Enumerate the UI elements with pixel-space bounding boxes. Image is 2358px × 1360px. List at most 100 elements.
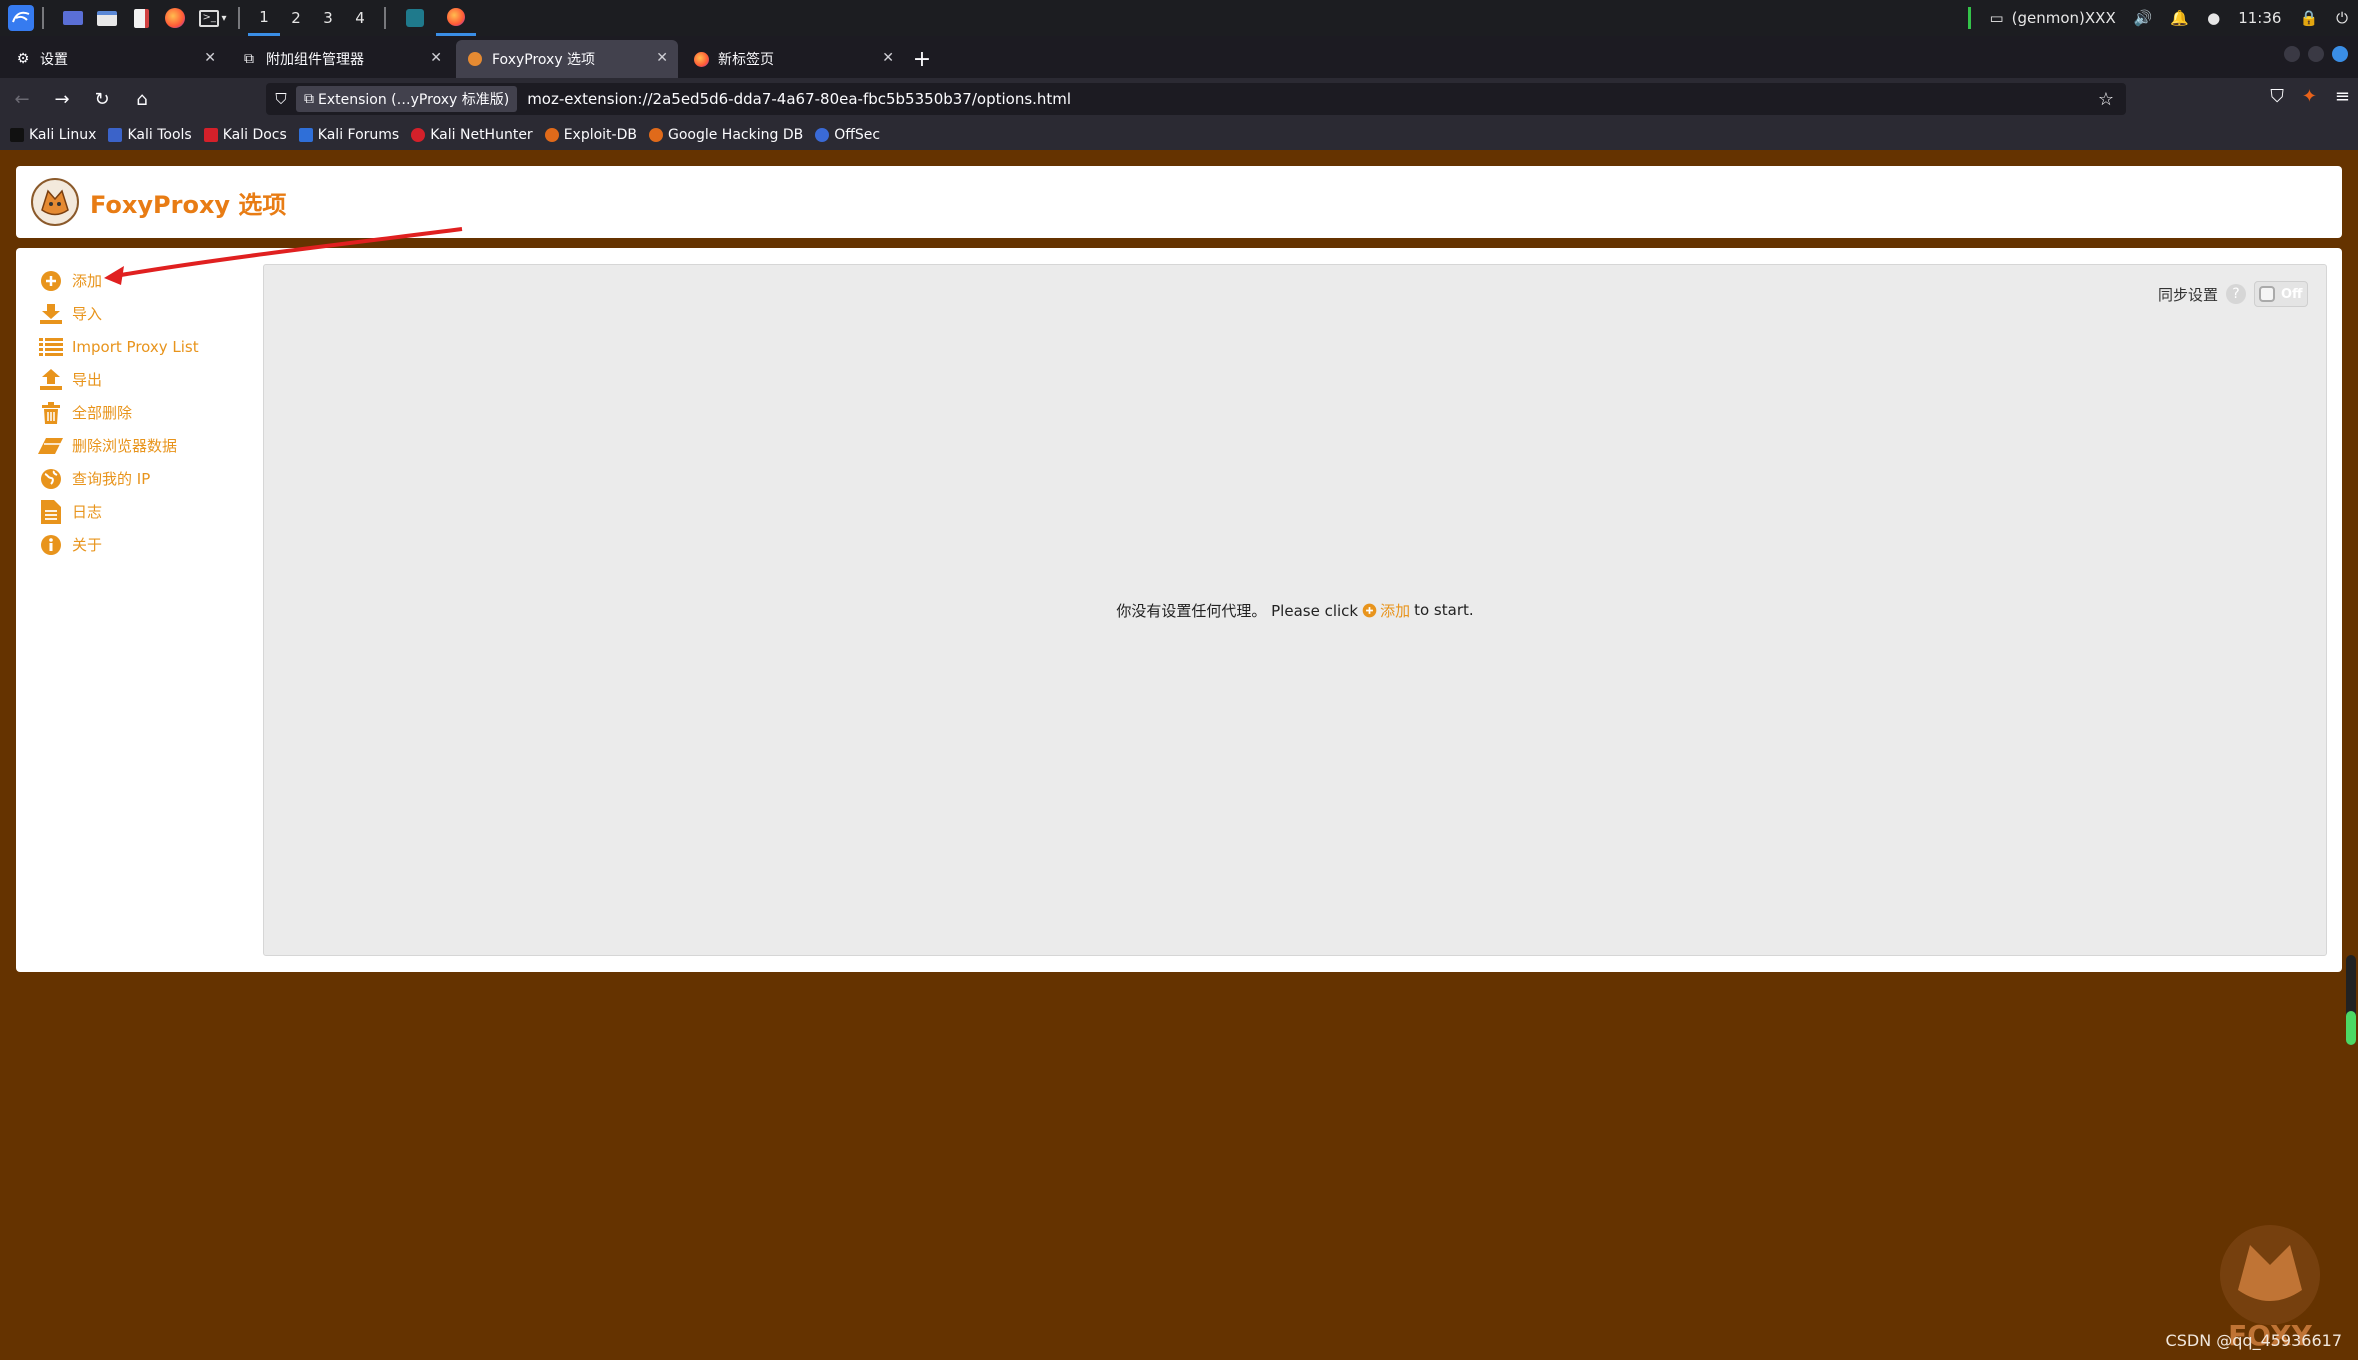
reload-button[interactable]: ↻ — [84, 83, 120, 115]
sidebar-item-label: 全部删除 — [72, 404, 133, 422]
maximize-button[interactable] — [2308, 46, 2324, 62]
tab-addons[interactable]: ⧉ 附加组件管理器 ✕ — [230, 40, 452, 78]
bookmark-label: Google Hacking DB — [667, 127, 804, 143]
tab-label: 新标签页 — [718, 52, 774, 68]
tab-settings[interactable]: ⚙ 设置 ✕ — [4, 40, 226, 78]
tab-new-tab[interactable]: 新标签页 ✕ — [682, 40, 904, 78]
window-button-app-icon[interactable] — [402, 5, 428, 31]
volume-icon[interactable]: 🔊 — [2134, 9, 2153, 27]
lock-icon[interactable]: 🔒 — [2299, 9, 2318, 27]
kali-menu-icon[interactable] — [8, 5, 34, 31]
eraser-icon — [38, 434, 64, 458]
foxyproxy-logo-icon — [31, 178, 79, 226]
bookmark-label: OffSec — [834, 127, 881, 143]
home-button[interactable]: ⌂ — [124, 83, 160, 115]
foxyproxy-toolbar-icon[interactable]: ✦ — [2302, 86, 2317, 107]
browser-tab-strip: ⚙ 设置 ✕ ⧉ 附加组件管理器 ✕ FoxyProxy 选项 ✕ 新标签页 ✕… — [0, 36, 2358, 78]
back-button[interactable]: ← — [4, 83, 40, 115]
tab-label: FoxyProxy 选项 — [492, 52, 596, 68]
bookmark-exploit-db[interactable]: Exploit-DB — [544, 127, 637, 143]
sidebar-item-import-proxy-list[interactable]: Import Proxy List — [38, 330, 258, 363]
sidebar-item-add[interactable]: 添加 — [38, 264, 258, 297]
close-icon[interactable]: ✕ — [430, 50, 442, 66]
sidebar-item-label: 查询我的 IP — [72, 470, 151, 488]
kali-forums-icon — [298, 128, 313, 142]
tab-label: 设置 — [40, 52, 68, 68]
close-icon[interactable]: ✕ — [656, 50, 668, 66]
updates-icon[interactable]: ● — [2207, 9, 2220, 27]
trash-icon — [38, 401, 64, 425]
workspace-1[interactable]: 1 — [248, 0, 280, 36]
firefox-icon — [692, 50, 710, 68]
add-circle-icon — [38, 269, 64, 293]
bookmark-kali-linux[interactable]: Kali Linux — [10, 127, 96, 143]
ghdb-icon — [648, 128, 663, 142]
forward-button[interactable]: → — [44, 83, 80, 115]
kali-tools-icon — [108, 128, 123, 142]
notification-bell-icon[interactable]: 🔔 — [2170, 9, 2189, 27]
bookmark-kali-nethunter[interactable]: Kali NetHunter — [411, 127, 533, 143]
options-panel: 添加 导入 Import Proxy List 导出 全部删除 删除浏览器数据 … — [16, 248, 2342, 972]
desktop-icon[interactable] — [60, 5, 86, 31]
tracking-shield-icon[interactable]: ⛉ — [266, 90, 296, 108]
tab-foxyproxy-options[interactable]: FoxyProxy 选项 ✕ — [456, 40, 678, 78]
close-icon[interactable]: ✕ — [882, 50, 894, 66]
bookmark-label: Exploit-DB — [563, 127, 637, 143]
bookmark-offsec[interactable]: OffSec — [815, 127, 880, 143]
download-icon — [38, 302, 64, 326]
bookmark-google-hacking-db[interactable]: Google Hacking DB — [648, 127, 804, 143]
sidebar-item-label: 删除浏览器数据 — [72, 437, 178, 455]
workspace-3[interactable]: 3 — [312, 0, 344, 36]
terminal-icon[interactable]: >_ ▾ — [196, 5, 230, 31]
sidebar-item-import[interactable]: 导入 — [38, 297, 258, 330]
url-text[interactable]: moz-extension://2a5ed5d6-dda7-4a67-80ea-… — [527, 90, 1071, 108]
url-bar[interactable]: ⛉ ⧉ Extension (…yProxy 标准版) moz-extension… — [266, 83, 2126, 115]
bookmark-kali-forums[interactable]: Kali Forums — [298, 127, 400, 143]
screen-icon: ▭ — [1989, 9, 2004, 27]
bookmark-label: Kali Docs — [222, 127, 287, 143]
power-icon[interactable]: ⏻ — [2336, 9, 2348, 27]
close-icon[interactable]: ✕ — [204, 50, 216, 66]
add-link-label: 添加 — [1380, 601, 1411, 620]
workspace-2[interactable]: 2 — [280, 0, 312, 36]
window-button-firefox-icon[interactable] — [436, 0, 476, 36]
firefox-launcher-icon[interactable] — [162, 5, 188, 31]
add-circle-icon — [1362, 603, 1377, 617]
text-editor-icon[interactable] — [128, 5, 154, 31]
window-controls — [2284, 46, 2348, 62]
workspace-4[interactable]: 4 — [344, 0, 376, 36]
page-scrollbar[interactable] — [2346, 955, 2356, 1045]
identity-chip[interactable]: ⧉ Extension (…yProxy 标准版) — [296, 86, 518, 112]
sidebar-item-delete-all[interactable]: 全部删除 — [38, 396, 258, 429]
sidebar-item-about[interactable]: 关于 — [38, 528, 258, 561]
empty-prefix: 你没有设置任何代理。 Please click — [1116, 601, 1359, 620]
list-icon — [38, 335, 64, 359]
new-tab-button[interactable]: + — [904, 40, 940, 78]
minimize-button[interactable] — [2284, 46, 2300, 62]
sidebar-item-label: Import Proxy List — [72, 337, 199, 356]
clock[interactable]: 11:36 — [2238, 9, 2281, 27]
genmon-label: (genmon)XXX — [2011, 9, 2116, 27]
upload-icon — [38, 368, 64, 392]
tab-label: 附加组件管理器 — [266, 52, 364, 68]
sidebar-item-delete-browser-data[interactable]: 删除浏览器数据 — [38, 429, 258, 462]
sidebar-item-label: 导出 — [72, 371, 103, 389]
menu-icon[interactable]: ≡ — [2335, 86, 2350, 107]
sidebar-item-export[interactable]: 导出 — [38, 363, 258, 396]
scrollbar-thumb[interactable] — [2346, 1011, 2356, 1045]
navigation-toolbar: ← → ↻ ⌂ ⛉ ⧉ Extension (…yProxy 标准版) moz-e… — [0, 78, 2358, 120]
sidebar-item-check-my-ip[interactable]: 查询我的 IP — [38, 462, 258, 495]
bookmark-kali-tools[interactable]: Kali Tools — [108, 127, 192, 143]
bookmark-star-icon[interactable]: ☆ — [2098, 89, 2114, 110]
bookmark-kali-docs[interactable]: Kali Docs — [203, 127, 287, 143]
close-window-button[interactable] — [2332, 46, 2348, 62]
sidebar-item-label: 导入 — [72, 305, 103, 323]
pocket-icon[interactable]: ⛉ — [2270, 86, 2284, 107]
sidebar-item-log[interactable]: 日志 — [38, 495, 258, 528]
sidebar-item-label: 日志 — [72, 503, 103, 521]
nethunter-icon — [411, 128, 426, 142]
empty-add-link[interactable]: 添加 — [1362, 600, 1410, 621]
bookmark-label: Kali Forums — [317, 127, 400, 143]
bookmarks-toolbar: Kali Linux Kali Tools Kali Docs Kali For… — [0, 120, 2358, 150]
file-manager-icon[interactable] — [94, 5, 120, 31]
